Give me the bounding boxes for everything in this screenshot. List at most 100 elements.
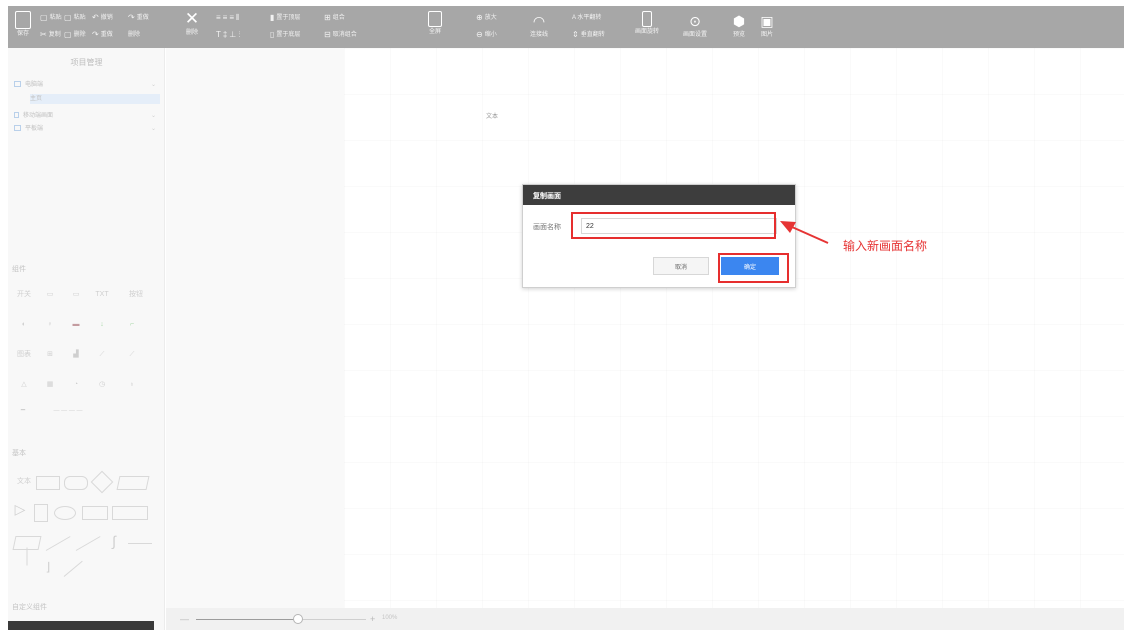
screen-settings-label: 画面设置 [682,32,707,38]
component-button[interactable]: 按钮 [122,288,150,302]
undo-icon: ↶ [92,13,99,22]
canvas-area: 文本 [166,48,1124,608]
component-grid-icon[interactable]: ▦ [40,378,60,392]
zoom-value: 100% [382,615,398,621]
copy-button[interactable]: ✂ 复制 [40,31,61,39]
shape-parallelogram[interactable] [116,476,150,490]
align-tools-bottom[interactable]: T ‡ ⊥ ⫶ [216,31,242,39]
shape-document[interactable] [34,504,48,522]
image-button[interactable]: ▣ 图片 [756,11,778,39]
fullscreen-icon [428,11,442,27]
screen-settings-button[interactable]: ⊙ 画面设置 [680,11,710,39]
tree-item-pc[interactable]: 电脑端 ⌄ [14,80,160,90]
bottom-panel-tab[interactable] [8,621,154,630]
basic-shapes-section-label: 基本 [12,450,26,457]
component-switch[interactable]: 开关 [14,288,34,302]
shape-line-vertical[interactable] [26,547,28,566]
distribute-icon: ⫴ [236,13,240,22]
undo-button[interactable]: ↶ 撤销 [92,14,113,22]
component-gauge-icon[interactable]: ◔ [66,378,86,392]
canvas-page[interactable] [344,48,1124,608]
clear-label: 删除 [128,32,141,38]
component-text-line[interactable]: ━ [14,404,32,418]
component-slider-icon[interactable]: ▭ [40,288,60,302]
shape-line-diagonal-3[interactable] [63,560,83,577]
component-input-icon[interactable]: ▭ [66,288,86,302]
connector-button[interactable]: ◠ 连接线 [524,11,554,39]
tree-item-home[interactable]: 主页 [30,94,160,104]
shape-curve-icon[interactable]: ∫ [104,534,124,548]
shape-line-diagonal-2[interactable] [75,536,101,551]
input-highlight-box [571,212,776,239]
delete-button-small[interactable]: ▢ 删除 [64,31,86,39]
shape-line-diagonal[interactable] [45,536,71,551]
shape-rectangle[interactable] [36,476,60,490]
flip-vertical-button[interactable]: ⇕ 垂直翻转 [572,31,605,39]
tree-item-tablet[interactable]: 平板端 ⌄ [14,124,160,134]
screen-name-label: 画面名称 [533,224,561,231]
component-bulb-icon[interactable]: ♀ [40,318,60,332]
shape-line-horizontal[interactable] [128,543,152,544]
component-status-icon[interactable]: ⌐ [122,318,142,332]
shape-rect-2[interactable] [82,506,108,520]
component-separators[interactable]: — — — — [40,404,96,418]
shape-triangle-icon[interactable]: ▷ [12,502,28,516]
phone-icon [642,11,652,27]
tree-item-mobile-label: 移动端画面 [23,113,54,119]
align-center-icon: ≡ [222,13,228,22]
redo-button-2[interactable]: ↷ 重做 [128,14,149,22]
rotate-screen-button[interactable]: 画面旋转 [632,11,662,36]
components-section-label: 组件 [12,266,26,273]
fullscreen-label: 全屏 [428,29,441,35]
connector-icon: ◠ [532,13,546,29]
ungroup-button[interactable]: ⊟ 取消组合 [324,31,357,39]
component-progress-icon[interactable]: ▬ [66,318,86,332]
paste-button[interactable]: ▢ 粘贴 [40,14,62,22]
component-alarm-icon[interactable]: △ [14,378,34,392]
tree-item-mobile[interactable]: 移动端画面 ⌄ [14,111,160,121]
copy-label: 复制 [48,32,61,38]
save-button[interactable]: 保存 [12,11,34,38]
component-indicator-icon[interactable]: ↓ [92,318,112,332]
zoom-out-small-button[interactable]: — [180,614,189,624]
redo-button[interactable]: ↷ 重做 [92,31,113,39]
clear-button[interactable]: 删除 [128,31,140,39]
canvas-text-element[interactable]: 文本 [486,111,498,120]
preview-button[interactable]: ⬢ 预览 [728,11,750,39]
component-chart[interactable]: 图表 [14,348,34,362]
fullscreen-button[interactable]: 全屏 [422,11,448,36]
group-icon: ⊞ [324,13,331,22]
bring-to-front-button[interactable]: ▮ 置于顶层 [270,14,300,22]
shape-elbow-icon[interactable]: ⌋ [38,560,58,574]
paste-button-2[interactable]: ▢ 粘贴 [64,14,86,22]
send-to-back-button[interactable]: ▯ 置于底层 [270,31,300,39]
shape-text[interactable]: 文本 [14,475,34,489]
component-curve-chart-icon[interactable]: ⟋ [122,348,142,362]
zoom-slider-thumb[interactable] [293,614,303,624]
shape-diamond[interactable] [90,470,114,494]
shape-rounded-rect[interactable] [64,476,88,490]
ungroup-icon: ⊟ [324,30,331,39]
group-button[interactable]: ⊞ 组合 [324,14,345,22]
component-line-chart-icon[interactable]: ⟋ [92,348,112,362]
zoom-in-small-button[interactable]: + [370,614,375,624]
align-tools-top[interactable]: ≡ ≡ ≡ ⫴ [216,14,241,22]
component-bar-chart-icon[interactable]: ▟ [66,348,86,362]
shape-rect-3[interactable] [112,506,148,520]
cancel-button[interactable]: 取消 [653,257,709,275]
undo-label: 撤销 [100,15,113,21]
component-txt[interactable]: TXT [92,288,112,302]
component-table-icon[interactable]: ⊞ [40,348,60,362]
shape-ellipse[interactable] [54,506,76,520]
zoom-slider-track[interactable] [196,619,366,620]
tablet-icon [14,125,21,131]
component-lamp-icon[interactable]: ♁ [122,378,142,392]
component-clock-icon[interactable]: ◷ [92,378,112,392]
zoom-out-button[interactable]: ⊖ 缩小 [476,31,497,39]
delete-button[interactable]: ✕ 删除 [180,9,204,37]
flip-vertical-label: 垂直翻转 [580,32,605,38]
zoom-in-button[interactable]: ⊕ 放大 [476,14,497,22]
align-middle-icon: ‡ [222,30,228,39]
flip-horizontal-button[interactable]: A 水平翻转 [572,14,601,22]
component-light-icon[interactable]: ◐ [14,318,34,332]
